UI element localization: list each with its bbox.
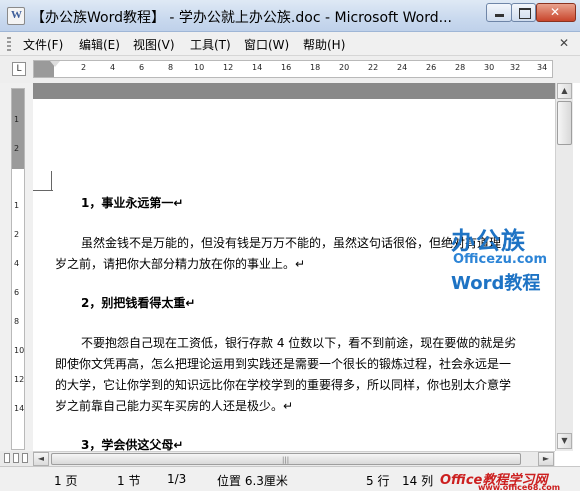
status-section: 1 节	[117, 474, 141, 488]
vruler-number: 10	[14, 346, 25, 355]
vruler-number: 1	[14, 115, 20, 124]
view-buttons	[0, 451, 33, 466]
ruler-number: 30	[484, 63, 495, 72]
tab-selector[interactable]: L	[12, 62, 26, 76]
menu-bar: 文件(F) 编辑(E) 视图(V) 工具(T) 窗口(W) 帮助(H) ✕	[0, 32, 580, 56]
ruler-number: 2	[81, 63, 87, 72]
vruler-number: 8	[14, 317, 20, 326]
ruler-number: 26	[426, 63, 437, 72]
menu-grip[interactable]	[7, 37, 11, 51]
status-bar: 1 页 1 节 1/3 位置 6.3厘米 5 行 14 列 Office教程学习…	[0, 466, 580, 491]
ruler-number: 6	[139, 63, 145, 72]
margin-corner-mark	[51, 171, 53, 191]
heading-2: 2，别把钱看得太重↵	[81, 296, 196, 310]
horizontal-scroll-thumb[interactable]: |||	[51, 453, 521, 465]
vruler-number: 14	[14, 404, 25, 413]
watermark-logo-text: 办公族	[451, 227, 526, 255]
horizontal-ruler[interactable]: 2 4 6 8 10 12 14 16 18 20 22 24 26 28 30…	[33, 60, 553, 78]
status-page-of: 1/3	[167, 472, 187, 486]
watermark-logo-url: Officezu.com	[453, 252, 548, 267]
minimize-button[interactable]	[486, 3, 512, 22]
menu-tools[interactable]: 工具(T)	[190, 36, 231, 53]
outline-view-icon[interactable]	[22, 453, 28, 463]
scroll-down-arrow-icon[interactable]: ▼	[557, 433, 572, 449]
vruler-number: 4	[14, 259, 20, 268]
ruler-number: 4	[110, 63, 116, 72]
paragraph-line: 岁之前靠自己能力买车买房的人还是极少。↵	[55, 399, 294, 413]
vruler-number: 6	[14, 288, 20, 297]
vertical-scrollbar[interactable]: ▲ ▼	[555, 83, 573, 451]
ruler-number: 10	[194, 63, 205, 72]
paragraph-line: 岁之前，请把你大部分精力放在你的事业上。↵	[55, 257, 306, 271]
paragraph-line: 即使你文凭再高，怎么把理论运用到实践还是需要一个很长的锻炼过程，社会永远是一	[55, 357, 512, 371]
scroll-grip-icon: |||	[282, 456, 290, 464]
vruler-number: 1	[14, 201, 20, 210]
ruler-number: 12	[223, 63, 234, 72]
paragraph-line: 不要抱怨自己现在工资低，银行存款 4 位数以下，看不到前途，现在要做的就是劣	[81, 336, 517, 350]
site-logo-url: www.office68.com	[478, 483, 561, 491]
ruler-number: 20	[339, 63, 350, 72]
status-position: 位置 6.3厘米	[217, 474, 288, 488]
vertical-scroll-thumb[interactable]	[557, 101, 572, 145]
margin-corner-mark	[33, 190, 53, 191]
horizontal-scrollbar[interactable]: ◄ ||| ►	[33, 451, 555, 466]
ruler-number: 22	[368, 63, 379, 72]
heading-1: 1，事业永远第一↵	[81, 196, 184, 210]
print-layout-icon[interactable]	[13, 453, 19, 463]
paragraph-line: 的大学，它让你学到的知识远比你在学校学到的重要得多，所以同样，你也别太介意学	[55, 378, 512, 392]
close-document-icon[interactable]: ✕	[559, 36, 569, 50]
ruler-area: L 2 4 6 8 10 12 14 16 18 20 22 24 26 28 …	[0, 56, 580, 83]
word-app-icon[interactable]	[7, 7, 25, 25]
ruler-number: 34	[537, 63, 548, 72]
window-title: 【办公族Word教程】 - 学办公就上办公族.doc - Microsoft W…	[31, 10, 452, 26]
vruler-number: 12	[14, 375, 25, 384]
menu-edit[interactable]: 编辑(E)	[79, 36, 120, 53]
vertical-ruler-margin	[12, 89, 24, 169]
status-page: 1 页	[54, 474, 78, 488]
watermark-logo: 办公族 Officezu.com Word教程	[451, 221, 555, 301]
title-bar: 【办公族Word教程】 - 学办公就上办公族.doc - Microsoft W…	[0, 0, 580, 32]
menu-view[interactable]: 视图(V)	[133, 36, 175, 53]
normal-view-icon[interactable]	[4, 453, 10, 463]
vruler-number: 2	[14, 230, 20, 239]
document-area[interactable]: 1，事业永远第一↵ 虽然金钱不是万能的，但没有钱是万万不能的，虽然这句话很俗，但…	[33, 83, 555, 451]
ruler-number: 24	[397, 63, 408, 72]
ruler-number: 32	[510, 63, 521, 72]
vruler-number: 2	[14, 144, 20, 153]
scroll-left-arrow-icon[interactable]: ◄	[33, 452, 49, 466]
paragraph-line: 虽然金钱不是万能的，但没有钱是万万不能的，虽然这句话很俗，但绝对有道理，	[81, 236, 514, 250]
maximize-button[interactable]	[511, 3, 536, 22]
close-button[interactable]	[536, 3, 576, 22]
ruler-number: 18	[310, 63, 321, 72]
indent-marker[interactable]	[50, 61, 60, 67]
menu-help[interactable]: 帮助(H)	[303, 36, 345, 53]
page-top-gap	[33, 83, 555, 99]
ruler-number: 28	[455, 63, 466, 72]
ruler-number: 8	[168, 63, 174, 72]
heading-3: 3，学会供这父母↵	[81, 438, 184, 451]
status-row: 5 行	[366, 474, 390, 488]
vertical-ruler[interactable]: 1 2 1 2 4 6 8 10 12 14	[11, 88, 25, 450]
menu-file[interactable]: 文件(F)	[23, 36, 63, 53]
status-column: 14 列	[402, 474, 434, 488]
menu-window[interactable]: 窗口(W)	[244, 36, 289, 53]
ruler-number: 14	[252, 63, 263, 72]
ruler-number: 16	[281, 63, 292, 72]
scroll-up-arrow-icon[interactable]: ▲	[557, 83, 572, 99]
watermark-logo-word: Word教程	[451, 273, 541, 294]
scroll-right-arrow-icon[interactable]: ►	[538, 452, 554, 466]
